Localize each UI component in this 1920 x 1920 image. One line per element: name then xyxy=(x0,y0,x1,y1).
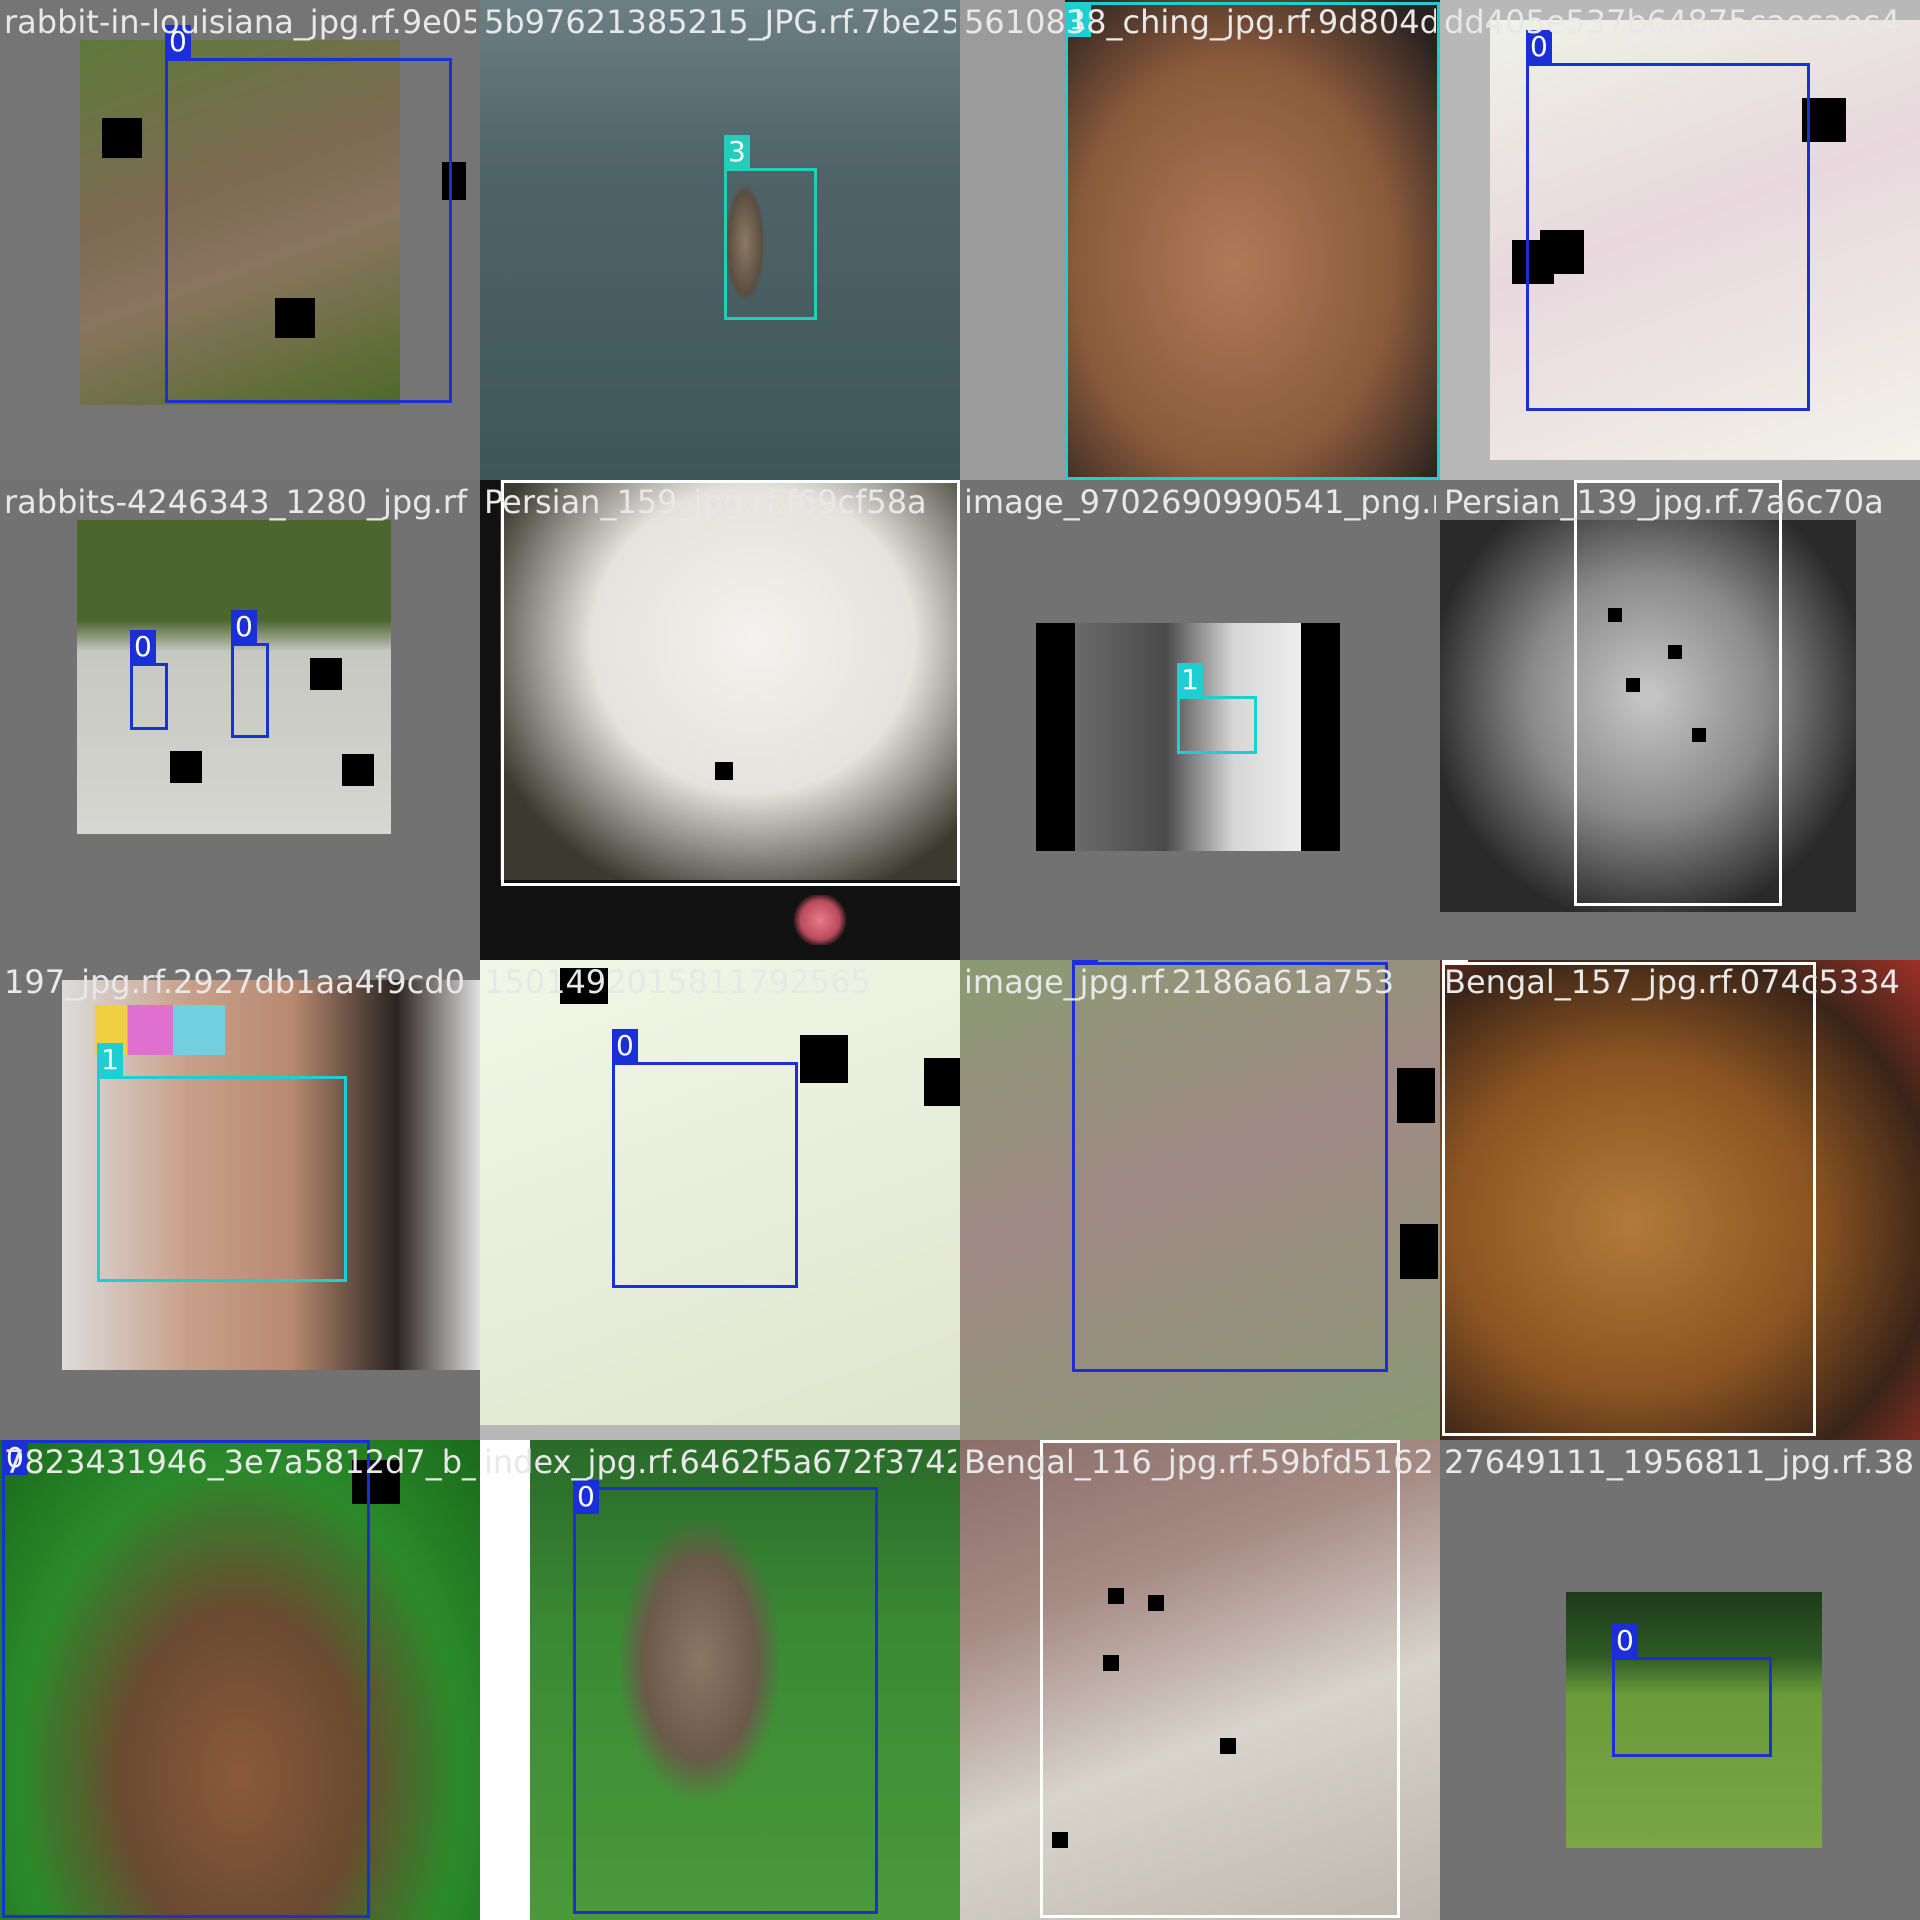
tile-filename: 5610838_ching_jpg.rf.9d804d7a xyxy=(964,3,1436,41)
occlusion-patch xyxy=(342,754,374,786)
bbox-face: 1 xyxy=(97,1043,347,1282)
tile-filename: image_9702690990541_png.rf.5ca xyxy=(964,483,1436,521)
mosaic-tile: 2 Persian_139_jpg.rf.7a6c70a xyxy=(1440,480,1920,960)
bbox-face: 1 xyxy=(1177,663,1257,754)
tile-filename: 27649111_1956811_jpg.rf.38 xyxy=(1444,1443,1915,1481)
tile-filename: 7823431946_3e7a5812d7_b_jpg xyxy=(4,1443,476,1481)
bbox-cat: 2 xyxy=(1574,480,1782,906)
tile-filename: Persian_159_jpg.rf.f69cf58a xyxy=(484,483,927,521)
tile-filename: 1501492015811792565 xyxy=(484,963,871,1001)
tile-filename: Persian_139_jpg.rf.7a6c70a xyxy=(1444,483,1884,521)
class-label: 0 xyxy=(1612,1624,1638,1658)
bbox-rabbit: 0 xyxy=(2,1440,370,1918)
occlusion-patch xyxy=(924,1058,960,1106)
tile-filename: Bengal_157_jpg.rf.074c5334 xyxy=(1444,963,1900,1001)
bbox-rabbit: 0 xyxy=(130,630,168,730)
bbox-rabbit: 0 xyxy=(1072,960,1388,1372)
tile-filename: 197_jpg.rf.2927db1aa4f9cd0 xyxy=(4,963,465,1001)
mosaic-tile: 2 Persian_159_jpg.rf.f69cf58a xyxy=(480,480,960,960)
class-label: 0 xyxy=(573,1480,599,1514)
mosaic-tile: 0 image_jpg.rf.2186a61a753 xyxy=(960,960,1440,1440)
occlusion-patch xyxy=(1400,1224,1438,1279)
bbox-cat: 2 xyxy=(1442,960,1816,1436)
bbox-rabbit: 0 xyxy=(231,610,269,738)
mosaic-tile: 0 1501492015811792565 xyxy=(480,960,960,1440)
occlusion-patch xyxy=(170,751,202,783)
tile-filename: rabbit-in-louisiana_jpg.rf.9e05abcc23852 xyxy=(4,3,476,41)
bbox-rabbit: 0 xyxy=(573,1480,878,1914)
tile-filename: 5b97621385215_JPG.rf.7be25 xyxy=(484,3,956,41)
bbox-rabbit: 0 xyxy=(1612,1624,1772,1757)
bbox-bird: 3 xyxy=(724,135,817,320)
mosaic-tile: 0 rabbit-in-louisiana_jpg.rf.9e05abcc238… xyxy=(0,0,480,480)
class-label: 1 xyxy=(97,1043,123,1077)
mosaic-tile: 0 0 rabbits-4246343_1280_jpg.rf xyxy=(0,480,480,960)
bbox-rabbit: 0 xyxy=(1526,30,1810,411)
class-label: 0 xyxy=(612,1029,638,1063)
class-label: 0 xyxy=(130,630,156,664)
mosaic-tile: 2 Bengal_116_jpg.rf.59bfd5162 xyxy=(960,1440,1440,1920)
occlusion-patch xyxy=(800,1035,848,1083)
mosaic-tile: 0 dd405e537b64875caecaec4 xyxy=(1440,0,1920,480)
bbox-cat: 2 xyxy=(1040,1440,1400,1918)
mosaic-tile: 2 Bengal_157_jpg.rf.074c5334 xyxy=(1440,960,1920,1440)
tile-filename: image_jpg.rf.2186a61a753 xyxy=(964,963,1395,1001)
occlusion-patch xyxy=(1397,1068,1435,1123)
mosaic-tile: 0 7823431946_3e7a5812d7_b_jpg xyxy=(0,1440,480,1920)
bbox-rabbit: 0 xyxy=(612,1029,798,1288)
tile-photo xyxy=(790,895,850,945)
mosaic-tile: 1 image_9702690990541_png.rf.5ca xyxy=(960,480,1440,960)
occlusion-patch xyxy=(310,658,342,690)
occlusion-patch xyxy=(102,118,142,158)
class-label: 2 xyxy=(1040,1440,1066,1441)
class-label: 2 xyxy=(501,480,527,481)
bbox-rabbit: 0 xyxy=(165,25,452,403)
mosaic-tile: 3 5b97621385215_JPG.rf.7be25 xyxy=(480,0,960,480)
tile-filename: Bengal_116_jpg.rf.59bfd5162 xyxy=(964,1443,1434,1481)
class-label: 1 xyxy=(1177,663,1203,697)
mosaic-grid: 0 rabbit-in-louisiana_jpg.rf.9e05abcc238… xyxy=(0,0,1920,1920)
mosaic-tile: 1 5610838_ching_jpg.rf.9d804d7a xyxy=(960,0,1440,480)
tile-filename: rabbits-4246343_1280_jpg.rf xyxy=(4,483,468,521)
mosaic-tile: 0 27649111_1956811_jpg.rf.38 xyxy=(1440,1440,1920,1920)
bbox-cat: 2 xyxy=(501,480,960,886)
mosaic-tile: 1 197_jpg.rf.2927db1aa4f9cd0 xyxy=(0,960,480,1440)
tile-photo xyxy=(480,0,960,480)
tile-filename: dd405e537b64875caecaec4 xyxy=(1444,3,1901,41)
class-label: 3 xyxy=(724,135,750,169)
tile-filename: index_jpg.rf.6462f5a672f37421c6 xyxy=(484,1443,956,1481)
class-label: 2 xyxy=(1574,480,1600,481)
mosaic-tile: 0 index_jpg.rf.6462f5a672f37421c6 xyxy=(480,1440,960,1920)
class-label: 0 xyxy=(231,610,257,644)
bbox-face: 1 xyxy=(1065,2,1440,480)
